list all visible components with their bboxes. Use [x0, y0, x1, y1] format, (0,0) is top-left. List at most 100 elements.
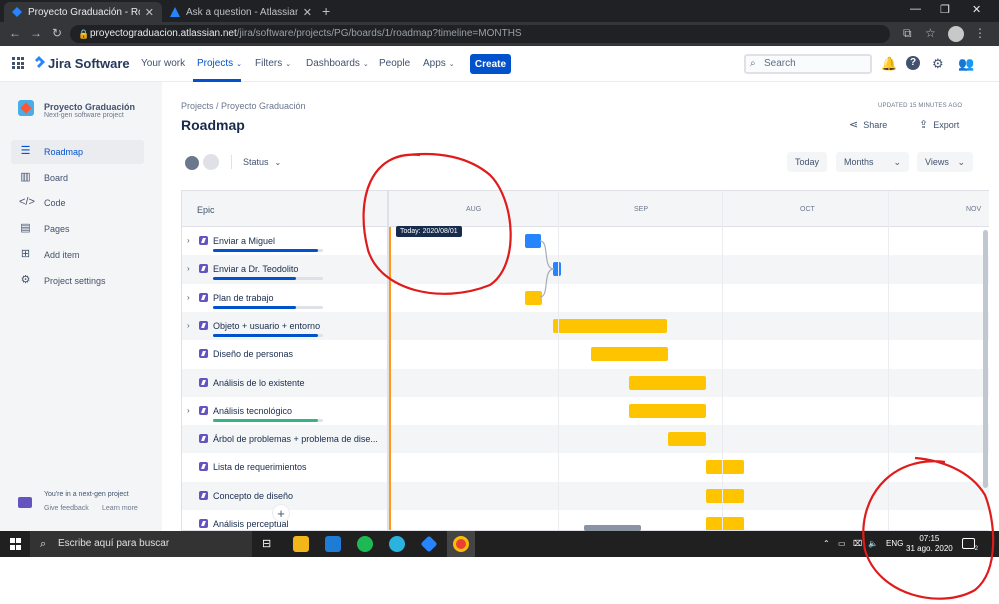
pages-icon: ▤: [20, 222, 31, 234]
bookmark-star-icon[interactable]: ☆: [925, 26, 936, 40]
chrome-icon[interactable]: [453, 536, 469, 552]
close-window-icon[interactable]: ✕: [972, 3, 981, 16]
months-dropdown[interactable]: Months ⌄: [836, 152, 909, 172]
clock-time: 07:15: [919, 534, 940, 543]
new-tab-button[interactable]: +: [322, 3, 330, 19]
views-dropdown[interactable]: Views ⌄: [917, 152, 973, 172]
sidebar-item-label: Project settings: [44, 276, 106, 286]
dependency-connectors: [539, 240, 555, 298]
app-switcher-icon[interactable]: [12, 57, 24, 69]
maximize-icon[interactable]: ❐: [940, 3, 950, 16]
settings-gear-icon: ⚙: [20, 274, 31, 286]
chevron-down-icon: ⌄: [274, 158, 282, 167]
task-view-icon[interactable]: ⊟: [262, 537, 271, 550]
chevron-down-icon: ⌄: [362, 61, 369, 68]
add-item-icon: ⊞: [20, 248, 31, 260]
learn-more-link[interactable]: Learn more: [102, 505, 138, 512]
search-placeholder: Search: [764, 58, 796, 69]
jira-app-icon[interactable]: [420, 535, 438, 553]
action-center-icon[interactable]: 2: [962, 538, 978, 552]
help-icon[interactable]: ?: [906, 56, 920, 70]
settings-gear-icon[interactable]: ⚙: [932, 56, 944, 72]
jira-logo-icon: [35, 56, 45, 68]
sidebar-item-label: Code: [44, 198, 66, 208]
project-name[interactable]: Proyecto Graduación: [44, 102, 135, 112]
screen: Proyecto Graduación - Roadmap ✕ Ask a qu…: [0, 0, 999, 604]
months-label: Months: [844, 157, 874, 167]
give-feedback-link[interactable]: Give feedback: [44, 505, 89, 512]
timeline-scrollbar[interactable]: [983, 230, 988, 488]
spotify-icon[interactable]: [357, 536, 373, 552]
sidebar-item-add-item[interactable]: ⊞ Add item: [11, 243, 144, 267]
chevron-down-icon: ⌄: [285, 61, 292, 68]
close-tab-icon[interactable]: ✕: [303, 6, 312, 19]
share-button[interactable]: ⋖ Share: [849, 118, 887, 131]
project-sidebar: Proyecto Graduación Next-gen software pr…: [0, 82, 162, 531]
export-label: Export: [933, 120, 960, 130]
create-button[interactable]: Create: [470, 54, 511, 74]
battery-icon[interactable]: ▭: [838, 539, 846, 548]
people-filter-avatar[interactable]: [201, 152, 221, 172]
sidebar-item-label: Roadmap: [44, 147, 84, 157]
start-windows-icon[interactable]: [10, 538, 22, 550]
file-explorer-icon[interactable]: [293, 536, 309, 552]
sidebar-item-code[interactable]: </> Code: [11, 191, 144, 215]
atlassian-favicon-icon: [170, 7, 180, 17]
project-avatar[interactable]: [18, 100, 34, 116]
nav-your-work[interactable]: Your work: [141, 58, 185, 69]
reload-icon[interactable]: ↻: [52, 26, 62, 40]
page-title: Roadmap: [181, 117, 245, 133]
language-indicator[interactable]: ENG: [886, 539, 903, 548]
roadmap-icon: ☰: [20, 145, 31, 157]
project-type: Next-gen software project: [44, 112, 124, 119]
taskbar-search-placeholder: Escribe aquí para buscar: [58, 538, 170, 549]
volume-icon[interactable]: 🔈: [868, 539, 878, 548]
system-clock[interactable]: 07:15 31 ago. 2020: [906, 534, 953, 554]
code-icon: </>: [19, 196, 35, 208]
edge-icon[interactable]: [389, 536, 405, 552]
brand-name[interactable]: Jira Software: [48, 56, 130, 71]
show-hidden-icons-icon[interactable]: ⌃: [823, 539, 830, 548]
nav-apps[interactable]: Apps ⌄: [423, 58, 455, 69]
network-icon[interactable]: ⌧: [853, 539, 862, 548]
tab-roadmap[interactable]: Proyecto Graduación - Roadmap ✕: [4, 2, 162, 22]
forward-icon[interactable]: →: [30, 26, 42, 40]
nav-dashboards[interactable]: Dashboards ⌄: [306, 58, 369, 69]
close-tab-icon[interactable]: ✕: [145, 6, 154, 19]
create-epic-button[interactable]: +: [272, 504, 290, 522]
menu-kebab-icon[interactable]: ⋮: [974, 26, 986, 40]
lock-icon: 🔒: [78, 29, 90, 39]
chevron-down-icon: ⌄: [957, 157, 965, 167]
sidebar-item-project-settings[interactable]: ⚙ Project settings: [11, 269, 144, 293]
sidebar-item-roadmap[interactable]: ☰ Roadmap: [11, 140, 144, 164]
user-avatar-filter[interactable]: [183, 154, 201, 172]
open-in-app-icon[interactable]: ⧉: [903, 26, 912, 41]
user-avatar-icon[interactable]: 👥: [958, 56, 974, 72]
nav-people[interactable]: People: [379, 58, 410, 69]
status-filter-label: Status: [243, 157, 269, 167]
chevron-down-icon: ⌄: [893, 157, 901, 167]
nav-filters[interactable]: Filters ⌄: [255, 58, 291, 69]
breadcrumb[interactable]: Projects / Proyecto Graduación: [181, 101, 306, 111]
taskbar-search-input[interactable]: ⌕ Escribe aquí para buscar: [30, 531, 252, 557]
nav-projects[interactable]: Projects ⌄: [197, 58, 242, 69]
export-icon: ⇪: [919, 119, 929, 131]
chevron-down-icon: ⌄: [236, 61, 242, 68]
sidebar-item-board[interactable]: ▥ Board: [11, 166, 144, 190]
active-nav-indicator: [193, 79, 241, 82]
export-button[interactable]: ⇪ Export: [919, 118, 959, 131]
sidebar-item-pages[interactable]: ▤ Pages: [11, 217, 144, 241]
profile-avatar[interactable]: [948, 26, 964, 42]
mail-icon[interactable]: [325, 536, 341, 552]
back-icon[interactable]: ←: [9, 26, 21, 40]
today-button[interactable]: Today: [787, 152, 827, 172]
search-input[interactable]: ⌕ Search: [744, 54, 872, 74]
tab-atlassian-community[interactable]: Ask a question - Atlassian Comm ✕: [162, 2, 320, 22]
sidebar-item-label: Pages: [44, 224, 70, 234]
url-input[interactable]: 🔒 proyectograduacion.atlassian.net/jira/…: [70, 25, 890, 43]
status-filter-dropdown[interactable]: Status ⌄: [243, 157, 281, 167]
minimize-icon[interactable]: —: [910, 3, 921, 15]
nav-projects-label: Projects: [197, 58, 234, 69]
views-label: Views: [925, 157, 949, 167]
notifications-icon[interactable]: 🔔: [881, 56, 897, 72]
